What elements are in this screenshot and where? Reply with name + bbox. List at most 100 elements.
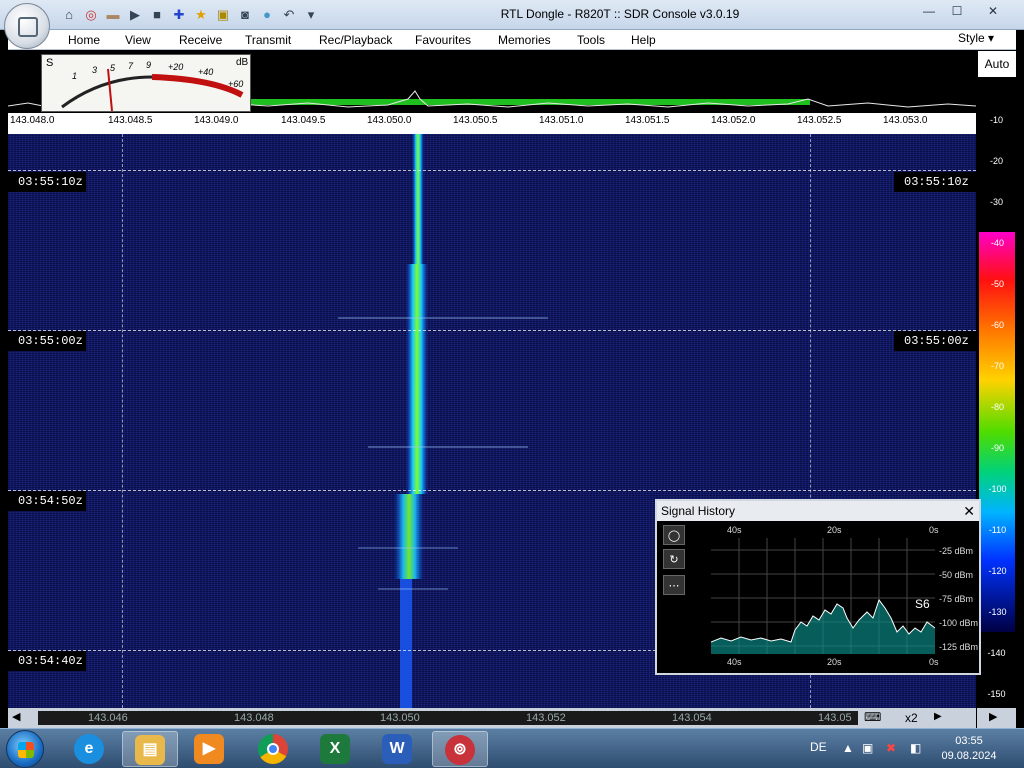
tab-help[interactable]: Help bbox=[631, 33, 656, 47]
db-label: -110 bbox=[988, 525, 1007, 535]
bottom-frequency-label: 143.050 bbox=[380, 712, 420, 724]
application-menu-button[interactable] bbox=[4, 3, 50, 49]
play-icon[interactable]: ▶ bbox=[126, 6, 144, 24]
windows-logo-icon bbox=[18, 742, 34, 758]
start-button[interactable] bbox=[6, 730, 44, 768]
show-hidden-icons-icon[interactable]: ▲ bbox=[842, 741, 854, 755]
s-meter-tick: 3 bbox=[92, 65, 98, 75]
folder-icon[interactable]: ▬ bbox=[104, 6, 122, 24]
s-meter-db-label: dB bbox=[236, 57, 249, 68]
s-meter-tick: +40 bbox=[198, 67, 214, 77]
folder-icon: ▤ bbox=[135, 735, 165, 765]
close-button[interactable]: ✕ bbox=[980, 2, 1006, 20]
tab-tools[interactable]: Tools bbox=[577, 33, 605, 47]
plus-icon[interactable]: ✚ bbox=[170, 6, 188, 24]
signal-history-window: Signal History ✕ ◯ ↻ ⋯ 40s 20s 0s 40s 20… bbox=[655, 499, 981, 675]
stop-icon[interactable]: ■ bbox=[148, 6, 166, 24]
dbm-label: -125 dBm bbox=[939, 642, 979, 652]
network-warning-icon[interactable]: ✖ bbox=[886, 741, 896, 755]
taskbar-media-player[interactable]: ▶ bbox=[182, 731, 238, 767]
frequency-gridline bbox=[122, 134, 123, 708]
lifebuoy-icon[interactable]: ◎ bbox=[82, 6, 100, 24]
tab-rec-playback[interactable]: Rec/Playback bbox=[319, 33, 392, 47]
zoom-selector[interactable]: x2 bbox=[905, 711, 918, 725]
s-meter-tick: 1 bbox=[72, 71, 78, 81]
tab-memories[interactable]: Memories bbox=[498, 33, 551, 47]
time-marker: 03:55:00z bbox=[894, 331, 976, 351]
dbm-label: -25 dBm bbox=[939, 546, 974, 556]
language-indicator[interactable]: DE bbox=[810, 740, 827, 754]
star-icon[interactable]: ★ bbox=[192, 6, 210, 24]
db-label: -70 bbox=[990, 361, 1004, 371]
window-title: RTL Dongle - R820T :: SDR Console v3.0.1… bbox=[500, 7, 740, 21]
db-label: -60 bbox=[990, 320, 1004, 330]
tab-favourites[interactable]: Favourites bbox=[415, 33, 471, 47]
close-icon[interactable]: ✕ bbox=[963, 501, 975, 521]
lock-icon[interactable]: ▣ bbox=[214, 6, 232, 24]
word-icon: W bbox=[382, 734, 412, 764]
tab-home[interactable]: Home bbox=[68, 33, 100, 47]
taskbar-file-explorer[interactable]: ▤ bbox=[122, 731, 178, 767]
minimize-button[interactable]: — bbox=[916, 2, 942, 20]
frequency-axis[interactable]: 143.048.0 143.048.5 143.049.0 143.049.5 … bbox=[8, 113, 976, 129]
undo-icon[interactable]: ↶ bbox=[280, 6, 298, 24]
volume-icon[interactable]: ◧ bbox=[910, 741, 921, 755]
frequency-label: 143.052.5 bbox=[797, 115, 842, 126]
maximize-button[interactable]: ☐ bbox=[944, 2, 970, 20]
frequency-label: 143.050.5 bbox=[453, 115, 498, 126]
spectrum-display[interactable]: S dB 1 3 5 7 9 +20 +40 +60 bbox=[8, 51, 976, 113]
excel-icon: X bbox=[320, 734, 350, 764]
device-icon[interactable]: ▣ bbox=[862, 741, 873, 755]
more-options-icon[interactable]: ⋯ bbox=[663, 575, 685, 595]
bottom-scrollbar[interactable]: ◀ 143.046 143.048 143.050 143.052 143.05… bbox=[8, 708, 976, 728]
system-clock[interactable]: 03:55 09.08.2024 bbox=[934, 734, 1004, 764]
taskbar-sdr-console[interactable]: ⊚ bbox=[432, 731, 488, 767]
s-meter: S dB 1 3 5 7 9 +20 +40 +60 bbox=[41, 54, 251, 112]
bottom-frequency-label: 143.054 bbox=[672, 712, 712, 724]
taskbar-word[interactable]: W bbox=[370, 731, 426, 767]
auto-scale-button[interactable]: Auto bbox=[978, 51, 1016, 77]
db-label: -20 bbox=[989, 156, 1003, 166]
keyboard-icon[interactable]: ⌨ bbox=[864, 710, 881, 724]
zoom-next-icon[interactable]: ▶ bbox=[934, 711, 942, 722]
s-meter-tick: 9 bbox=[146, 60, 152, 70]
home-icon[interactable]: ⌂ bbox=[60, 6, 78, 24]
s-reading: S6 bbox=[915, 597, 930, 611]
chrome-icon bbox=[258, 734, 288, 764]
chevron-down-icon[interactable]: ▾ bbox=[302, 6, 320, 24]
frequency-scroll-track[interactable]: 143.046 143.048 143.050 143.052 143.054 … bbox=[38, 711, 858, 725]
sdr-console-icon: ⊚ bbox=[445, 735, 475, 765]
db-label: -140 bbox=[987, 648, 1006, 658]
reset-icon[interactable]: ↻ bbox=[663, 549, 685, 569]
s-meter-tick: 7 bbox=[128, 61, 134, 71]
frequency-label: 143.048.5 bbox=[108, 115, 153, 126]
taskbar-excel[interactable]: X bbox=[308, 731, 364, 767]
tab-receive[interactable]: Receive bbox=[179, 33, 222, 47]
scroll-right-button[interactable]: ▶ bbox=[977, 708, 1016, 728]
drop-icon[interactable]: ● bbox=[258, 6, 276, 24]
bottom-frequency-label: 143.046 bbox=[88, 712, 128, 724]
time-marker: 03:55:00z bbox=[8, 331, 86, 351]
taskbar-internet-explorer[interactable]: e bbox=[62, 731, 118, 767]
record-button[interactable]: ◯ bbox=[663, 525, 685, 545]
style-dropdown[interactable]: Style ▾ bbox=[958, 31, 994, 45]
tab-view[interactable]: View bbox=[125, 33, 151, 47]
taskbar: e ▤ ▶ X W ⊚ DE ▲ ▣ ✖ ◧ 03:55 09.08.2024 bbox=[0, 728, 1024, 768]
clock-date: 09.08.2024 bbox=[941, 750, 997, 762]
time-label: 20s bbox=[827, 525, 842, 535]
taskbar-chrome[interactable] bbox=[246, 731, 302, 767]
db-label: -80 bbox=[990, 402, 1004, 412]
signal-history-title-bar[interactable]: Signal History ✕ bbox=[657, 501, 979, 521]
time-label: 0s bbox=[929, 657, 939, 667]
time-marker: 03:55:10z bbox=[8, 172, 86, 192]
camera-icon[interactable]: ◙ bbox=[236, 6, 254, 24]
time-label: 0s bbox=[929, 525, 939, 535]
time-label: 40s bbox=[727, 657, 742, 667]
frequency-label: 143.049.0 bbox=[194, 115, 239, 126]
scroll-left-icon[interactable]: ◀ bbox=[12, 710, 20, 723]
frequency-label: 143.050.0 bbox=[367, 115, 412, 126]
quick-access-toolbar: ⌂ ◎ ▬ ▶ ■ ✚ ★ ▣ ◙ ● ↶ ▾ bbox=[60, 6, 320, 24]
tab-transmit[interactable]: Transmit bbox=[245, 33, 291, 47]
signal-history-title: Signal History bbox=[661, 504, 736, 518]
time-marker: 03:54:50z bbox=[8, 491, 86, 511]
